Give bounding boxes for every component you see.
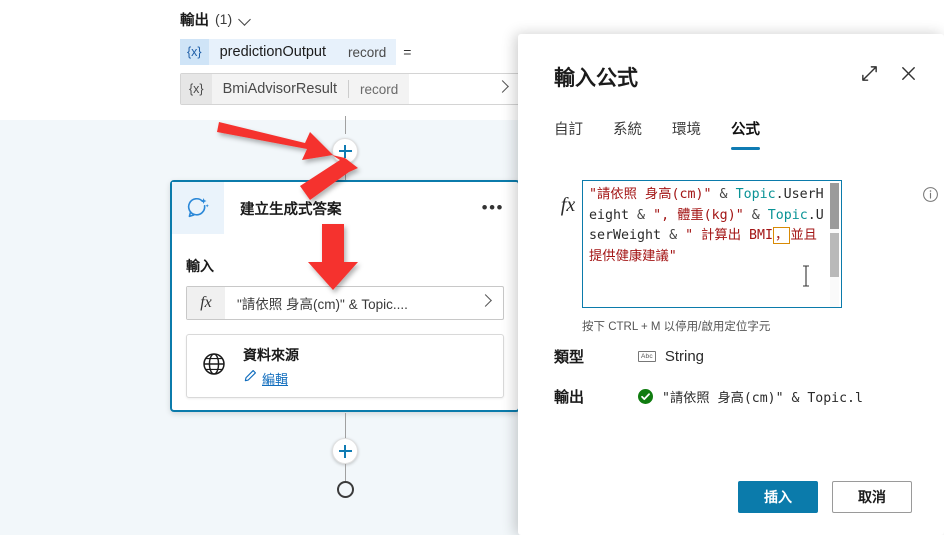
panel-tabs: 自訂 系統 環境 公式: [554, 118, 760, 150]
output-value-type: record: [360, 81, 399, 97]
connector-line-bottom: [345, 413, 346, 439]
data-source-edit-row[interactable]: 編輯: [243, 369, 299, 388]
output-section-count: (1): [215, 11, 233, 27]
panel-header-actions: [860, 64, 918, 83]
pencil-icon: [243, 369, 257, 388]
formula-editor-text[interactable]: "請依照 身高(cm)" & Topic.UserHeight & ", 體重(…: [589, 185, 825, 267]
panel-buttons: 插入 取消: [738, 481, 912, 513]
output-value-field[interactable]: {x} BmiAdvisorResult record: [180, 73, 520, 105]
output-variable-row: {x} predictionOutput record =: [180, 39, 520, 65]
chevron-down-icon[interactable]: [238, 12, 252, 26]
output-value-chip: {x} BmiAdvisorResult record: [181, 74, 410, 104]
end-circle-icon: [337, 481, 354, 498]
panel-title: 輸入公式: [554, 67, 638, 90]
tab-environment[interactable]: 環境: [672, 118, 701, 150]
tab-formula[interactable]: 公式: [731, 118, 760, 150]
output-label: 輸出: [554, 389, 585, 406]
node-input-label: 輸入: [186, 258, 214, 274]
formula-token-op: &: [711, 187, 736, 202]
formula-token-op: &: [629, 207, 654, 223]
data-source-texts: 資料來源 編輯: [243, 345, 299, 388]
tab-custom[interactable]: 自訂: [554, 118, 583, 150]
formula-token-id: Topic: [767, 207, 808, 223]
formula-token-str: " 計算出 BMI: [685, 228, 774, 243]
type-value: String: [664, 348, 704, 365]
type-label: 類型: [554, 349, 585, 366]
formula-token-err: ，: [773, 227, 791, 244]
info-icon[interactable]: [922, 186, 939, 208]
variable-icon: {x}: [181, 74, 212, 104]
output-row: 輸出 "請依照 身高(cm)" & Topic.l: [554, 386, 863, 407]
add-node-button-bottom[interactable]: [332, 438, 358, 464]
output-section-header[interactable]: 輸出 (1): [180, 8, 520, 30]
output-variable-chip[interactable]: {x} predictionOutput record: [180, 39, 397, 65]
expand-diagonal-icon[interactable]: [860, 64, 879, 83]
flow-canvas[interactable]: 輸出 (1) {x} predictionOutput record = {x}…: [0, 0, 530, 535]
formula-editor-row: fx "請依照 身高(cm)" & Topic.UserHeight & ", …: [554, 180, 914, 308]
output-variable-name: predictionOutput: [219, 44, 327, 60]
output-section-label: 輸出: [180, 12, 209, 29]
add-node-button-top[interactable]: [332, 138, 358, 164]
connector-line-bottom2: [345, 464, 346, 482]
formula-editor[interactable]: "請依照 身高(cm)" & Topic.UserHeight & ", 體重(…: [582, 180, 842, 308]
check-circle-icon: [638, 389, 653, 404]
variable-icon: {x}: [180, 39, 209, 65]
chevron-right-icon[interactable]: [480, 294, 492, 312]
data-source-edit-link[interactable]: 編輯: [262, 369, 288, 388]
connector-line-top2: [345, 164, 346, 181]
node-title: 建立生成式答案: [240, 201, 342, 218]
cancel-button[interactable]: 取消: [832, 481, 912, 513]
connector-line-top: [345, 116, 346, 134]
abc-string-icon: Abc: [638, 351, 656, 362]
red-arrow-to-add-button: [217, 122, 333, 160]
fx-icon: fx: [187, 287, 225, 319]
data-source-card[interactable]: 資料來源 編輯: [186, 334, 504, 398]
editor-scrollbar-thumb-lower[interactable]: [830, 233, 839, 277]
formula-token-str: "請依照 身高(cm)": [589, 187, 712, 202]
formula-token-op: &: [661, 228, 686, 243]
close-icon[interactable]: [899, 64, 918, 83]
editor-scrollbar-thumb[interactable]: [830, 183, 839, 229]
formula-token-dot: .: [775, 187, 784, 202]
node-header[interactable]: 建立生成式答案 •••: [172, 182, 518, 234]
fx-icon: fx: [560, 194, 576, 216]
formula-input-panel[interactable]: 輸入公式 自訂 系統 環境 公式 fx "請依照 身高(cm)" & Topic…: [518, 34, 944, 535]
node-formula-value: "請依照 身高(cm)" & Topic....: [237, 297, 408, 312]
node-formula-field[interactable]: fx "請依照 身高(cm)" & Topic....: [186, 286, 504, 320]
output-section: 輸出 (1) {x} predictionOutput record = {x}…: [180, 8, 520, 105]
node-body: 輸入 fx "請依照 身高(cm)" & Topic.... 資料來源 編輯: [172, 256, 518, 398]
data-source-title: 資料來源: [243, 346, 299, 363]
text-cursor-icon: [803, 265, 809, 287]
insert-button[interactable]: 插入: [738, 481, 818, 513]
node-card-generative-answers[interactable]: 建立生成式答案 ••• 輸入 fx "請依照 身高(cm)" & Topic..…: [170, 180, 520, 412]
generative-answers-icon: [172, 182, 224, 234]
chevron-right-icon[interactable]: [497, 80, 509, 98]
type-row: 類型 Abc String: [554, 346, 704, 367]
globe-icon: [201, 351, 227, 382]
output-variable-type: record: [348, 44, 387, 60]
output-value-name: BmiAdvisorResult: [222, 81, 338, 97]
formula-token-op: &: [743, 207, 768, 223]
ellipsis-icon[interactable]: •••: [482, 199, 504, 216]
formula-token-str: ", 體重(kg)": [653, 207, 744, 223]
equals-sign: =: [403, 44, 412, 60]
tab-system[interactable]: 系統: [613, 118, 642, 150]
formula-token-dot: .: [807, 207, 816, 223]
formula-token-id: Topic: [735, 187, 776, 202]
output-value: "請依照 身高(cm)" & Topic.l: [662, 391, 863, 406]
editor-hint-text: 按下 CTRL + M 以停用/啟用定位字元: [582, 321, 771, 333]
